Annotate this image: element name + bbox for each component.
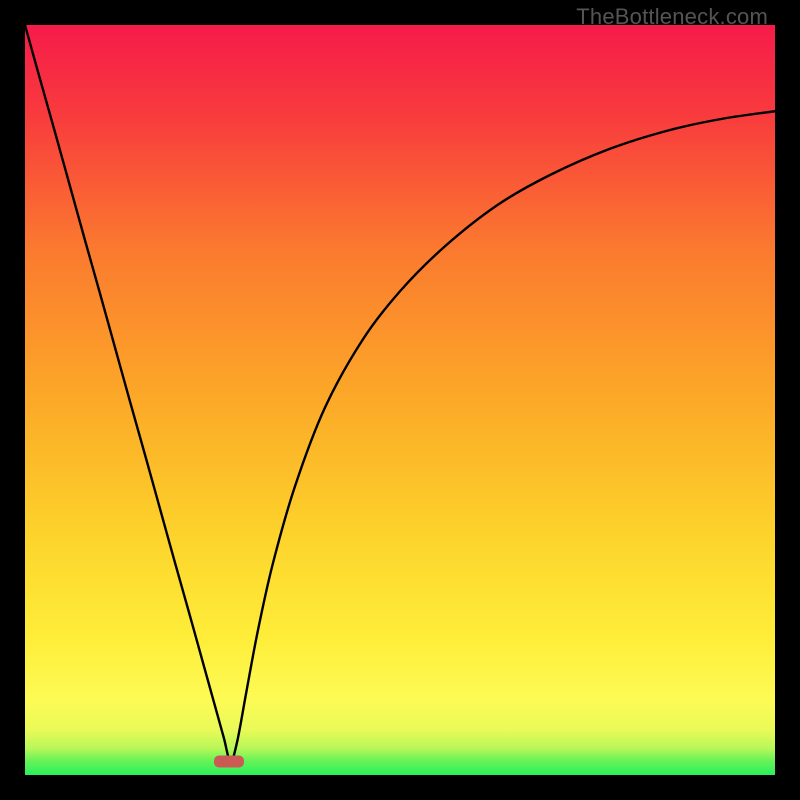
- chart-frame: [25, 25, 775, 775]
- watermark-text: TheBottleneck.com: [576, 4, 768, 30]
- gradient-background: [25, 25, 775, 775]
- bottleneck-chart: [25, 25, 775, 775]
- optimal-marker: [214, 756, 244, 768]
